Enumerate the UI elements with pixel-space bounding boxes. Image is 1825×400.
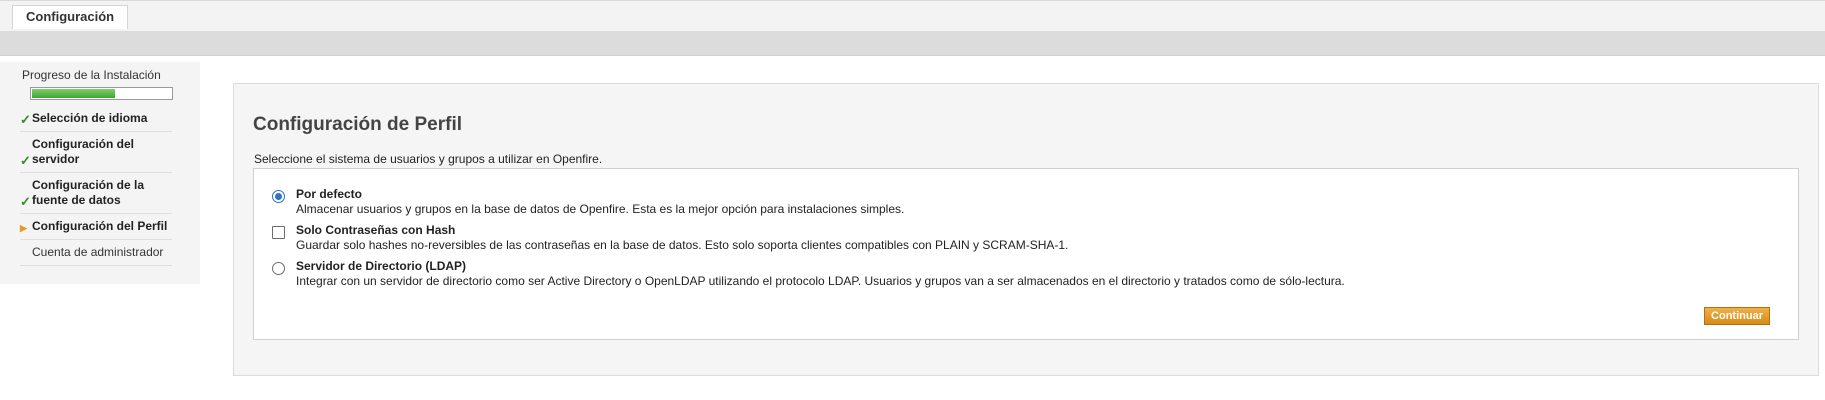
step-label: Configuración de la fuente de datos [32, 178, 145, 207]
page-title: Configuración de Perfil [253, 114, 463, 135]
option-description: Integrar con un servidor de directorio c… [296, 274, 1345, 288]
radio-button-default[interactable] [272, 190, 285, 203]
step-label: Selección de idioma [32, 111, 148, 125]
check-icon: ✓ [20, 194, 31, 209]
option-description: Guardar solo hashes no-reversibles de la… [296, 238, 1069, 252]
profile-settings-panel: Configuración de Perfil Seleccione el si… [233, 83, 1819, 376]
step-server[interactable]: ✓ Configuración del servidor [20, 132, 172, 173]
top-navigation-bar: Configuración [0, 0, 1825, 32]
step-label: Configuración del Perfil [32, 219, 168, 233]
step-language[interactable]: ✓ Selección de idioma [20, 106, 172, 132]
radio-button-ldap[interactable] [272, 262, 285, 275]
step-profile[interactable]: ▶ Configuración del Perfil [20, 214, 172, 240]
profile-options-box: Por defecto Almacenar usuarios y grupos … [253, 168, 1799, 340]
tab-configuracion[interactable]: Configuración [12, 5, 129, 29]
subnav-band [0, 31, 1825, 56]
step-datasource[interactable]: ✓ Configuración de la fuente de datos [20, 173, 172, 214]
current-step-arrow-icon: ▶ [20, 223, 27, 233]
setup-sidebar: Progreso de la Instalación ✓ Selección d… [0, 62, 200, 284]
continue-button[interactable]: Continuar [1704, 307, 1770, 325]
option-title: Servidor de Directorio (LDAP) [296, 259, 467, 273]
option-title: Por defecto [296, 187, 363, 201]
option-title: Solo Contraseñas con Hash [296, 223, 456, 237]
option-description: Almacenar usuarios y grupos en la base d… [296, 202, 905, 216]
page-subtitle: Seleccione el sistema de usuarios y grup… [254, 152, 603, 166]
setup-steps-list: ✓ Selección de idioma ✓ Configuración de… [20, 106, 172, 266]
step-label: Configuración del servidor [32, 137, 134, 166]
step-admin-account: Cuenta de administrador [20, 240, 172, 266]
progress-label: Progreso de la Instalación [22, 68, 161, 82]
check-icon: ✓ [20, 153, 31, 168]
checkbox-hashed-passwords[interactable] [272, 226, 285, 239]
check-icon: ✓ [20, 112, 31, 127]
progress-bar [30, 87, 173, 100]
step-label: Cuenta de administrador [32, 245, 164, 259]
progress-bar-fill [32, 89, 115, 98]
